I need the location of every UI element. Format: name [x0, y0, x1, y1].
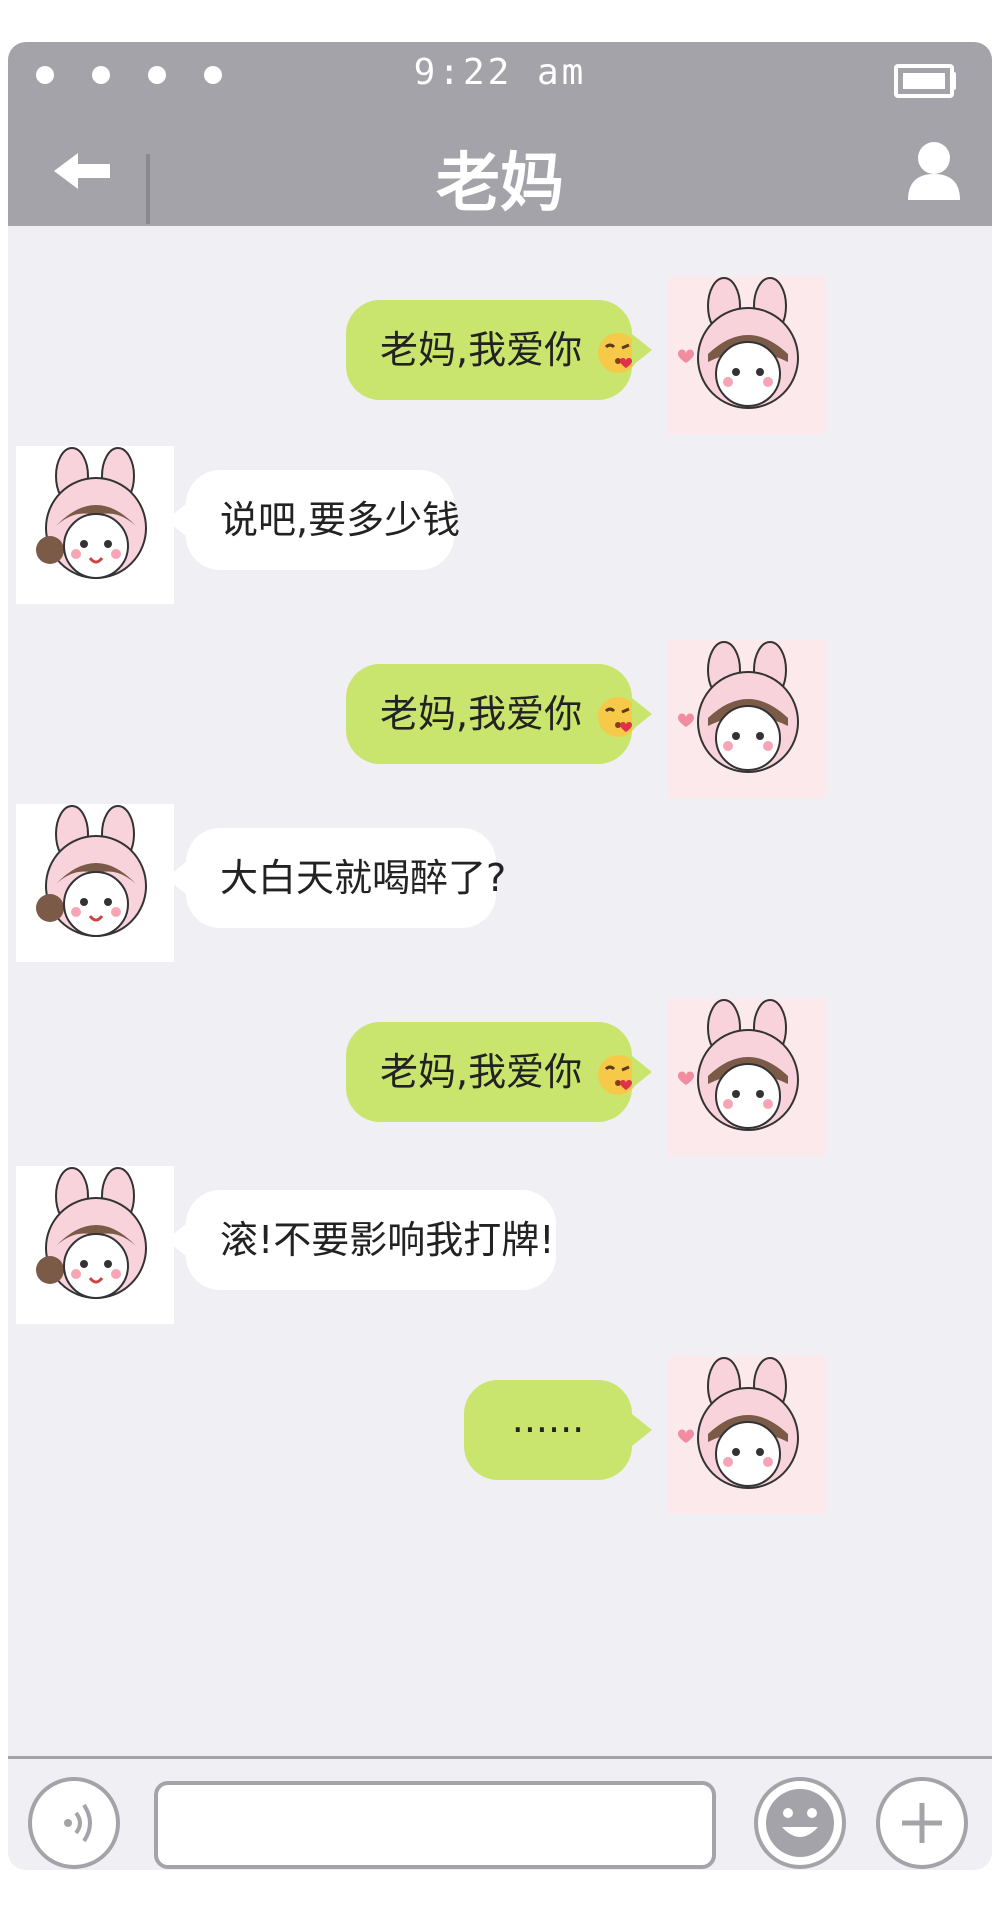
message-text: 滚!不要影响我打牌! — [220, 1218, 555, 1262]
bubble-tail — [166, 504, 186, 536]
status-time: 9:22 am — [413, 52, 587, 93]
header: 9:22 am 老妈 — [8, 42, 992, 226]
bubble-tail — [632, 1414, 652, 1446]
emoji-button[interactable] — [754, 1777, 846, 1869]
voice-button[interactable] — [28, 1777, 120, 1869]
message-text: 老妈,我爱你 — [380, 1050, 583, 1094]
message-text: 老妈,我爱你 — [380, 328, 583, 372]
mom-avatar[interactable] — [16, 446, 174, 604]
voice-icon — [64, 1803, 92, 1843]
message-bubble[interactable]: 滚!不要影响我打牌! — [186, 1190, 556, 1290]
chat-area: 老妈,我爱你 说吧,要多少钱 老妈,我爱你 大白天就喝醉了? 老妈,我爱你 滚!… — [8, 226, 992, 1756]
message-bubble[interactable]: 大白天就喝醉了? — [186, 828, 506, 928]
status-bar: 9:22 am — [8, 42, 992, 106]
message-bubble[interactable]: 说吧,要多少钱 — [186, 470, 460, 570]
my-avatar[interactable] — [668, 640, 826, 798]
bubble-tail — [166, 1224, 186, 1256]
nav-bar: 老妈 — [8, 106, 992, 226]
message-input[interactable] — [154, 1781, 716, 1869]
bubble-tail — [632, 334, 652, 366]
battery-icon — [894, 64, 954, 98]
mom-avatar[interactable] — [16, 804, 174, 962]
message-bubble[interactable]: 老妈,我爱你 — [346, 1022, 639, 1122]
bubble-tail — [632, 698, 652, 730]
bubble-tail — [166, 862, 186, 894]
plus-button[interactable] — [876, 1777, 968, 1869]
message-bubble[interactable]: ······ — [464, 1380, 632, 1480]
my-avatar[interactable] — [668, 276, 826, 434]
message-bubble[interactable]: 老妈,我爱你 — [346, 300, 639, 400]
message-text: 大白天就喝醉了? — [220, 856, 507, 900]
message-bubble[interactable]: 老妈,我爱你 — [346, 664, 639, 764]
profile-button[interactable] — [904, 138, 964, 202]
page-title: 老妈 — [436, 147, 564, 221]
battery-tip — [950, 72, 956, 90]
message-text: ······ — [511, 1408, 585, 1452]
mom-avatar[interactable] — [16, 1166, 174, 1324]
my-avatar[interactable] — [668, 1356, 826, 1514]
input-bar — [8, 1756, 992, 1870]
message-text: 老妈,我爱你 — [380, 692, 583, 736]
phone-screen: 9:22 am 老妈 老妈,我爱你 说吧,要多少钱 老妈,我爱你 大白天就喝醉了… — [8, 42, 992, 1870]
plus-icon — [902, 1803, 942, 1843]
message-text: 说吧,要多少钱 — [220, 498, 461, 542]
my-avatar[interactable] — [668, 998, 826, 1156]
smiley-icon — [766, 1789, 834, 1857]
bubble-tail — [632, 1056, 652, 1088]
person-icon — [908, 142, 960, 200]
